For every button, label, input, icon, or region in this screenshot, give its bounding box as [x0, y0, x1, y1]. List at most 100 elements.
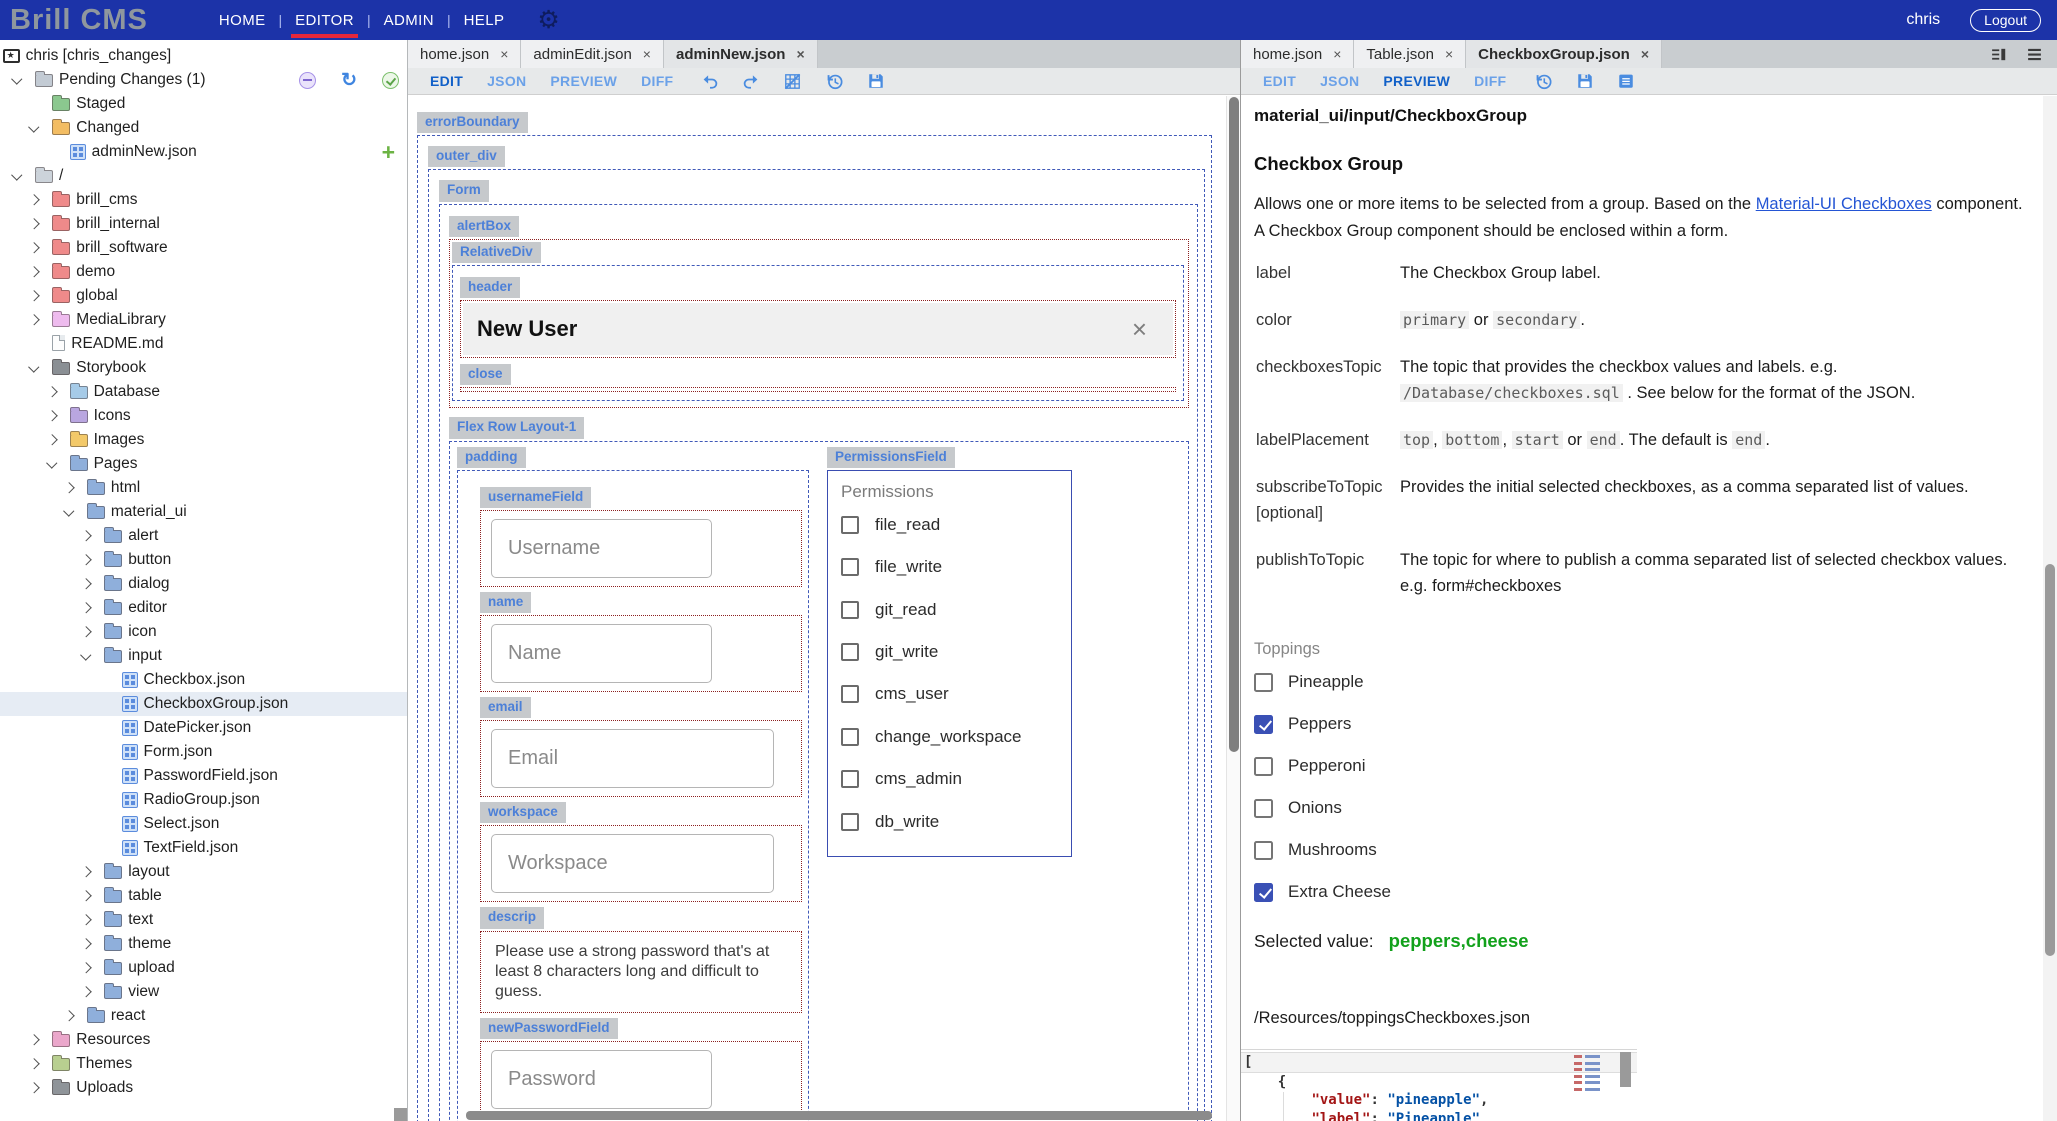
permission-checkbox-row[interactable]: cms_admin [841, 758, 1065, 800]
settings-gear-icon[interactable]: ⚙ [537, 8, 559, 33]
chevron-icon[interactable] [82, 964, 104, 972]
component-chip-field[interactable]: newPasswordField [480, 1018, 618, 1039]
tree-item[interactable]: input ↻ + [0, 644, 407, 668]
code-scrollbar-thumb[interactable] [1620, 1052, 1631, 1087]
tree-item[interactable]: Database ↻ + [0, 380, 407, 404]
chevron-icon[interactable] [82, 654, 104, 659]
chevron-icon[interactable] [82, 532, 104, 540]
tree-item[interactable]: Themes ↻ + [0, 1052, 407, 1076]
tree-item[interactable]: Checkbox.json ↻ + [0, 668, 407, 692]
chevron-icon[interactable] [48, 388, 70, 396]
checkbox-icon[interactable] [841, 728, 859, 746]
chevron-icon[interactable] [30, 268, 52, 276]
tree-item[interactable]: DatePicker.json ↻ + [0, 716, 407, 740]
logout-button[interactable]: Logout [1970, 9, 2041, 32]
chevron-icon[interactable] [48, 412, 70, 420]
tree-item[interactable]: text ↻ + [0, 908, 407, 932]
chevron-icon[interactable] [30, 1036, 52, 1044]
component-chip-close[interactable]: close [460, 364, 511, 385]
tree-item[interactable]: chris [chris_changes] ↻ + [0, 44, 407, 68]
chevron-icon[interactable] [13, 78, 35, 83]
tree-item[interactable]: brill_software ↻ + [0, 236, 407, 260]
mode-preview[interactable]: PREVIEW [1371, 73, 1462, 89]
tree-item[interactable]: demo ↻ + [0, 260, 407, 284]
checkbox-icon[interactable] [1254, 799, 1273, 818]
menu-rows-icon[interactable] [2025, 46, 2044, 63]
redo-icon[interactable] [742, 72, 760, 90]
component-chip-field[interactable]: email [480, 697, 531, 718]
tree-item[interactable]: RadioGroup.json ↻ + [0, 788, 407, 812]
stage-plus-icon[interactable]: + [382, 140, 395, 164]
tree-item[interactable]: upload ↻ + [0, 956, 407, 980]
tree-item[interactable]: layout ↻ + [0, 860, 407, 884]
vertical-scrollbar-thumb[interactable] [2045, 564, 2055, 956]
chevron-icon[interactable] [82, 868, 104, 876]
component-chip-errorboundary[interactable]: errorBoundary [417, 112, 528, 133]
save-icon[interactable] [1576, 72, 1594, 90]
component-chip-field[interactable]: workspace [480, 802, 566, 823]
tree-item[interactable]: Icons ↻ + [0, 404, 407, 428]
component-chip-flexrow[interactable]: Flex Row Layout-1 [449, 417, 584, 438]
checkbox-icon[interactable] [841, 516, 859, 534]
mode-diff[interactable]: DIFF [629, 73, 685, 89]
close-tab-icon[interactable]: × [500, 46, 508, 62]
tree-item[interactable]: Pending Changes (1) ↻ + [0, 68, 407, 92]
tree-item[interactable]: adminNew.json ↻ + [0, 140, 407, 164]
component-chip-form[interactable]: Form [439, 180, 489, 201]
close-tab-icon[interactable]: × [1445, 46, 1453, 62]
chevron-icon[interactable] [30, 1060, 52, 1068]
tree-item[interactable]: MediaLibrary ↻ + [0, 308, 407, 332]
tree-item[interactable]: theme ↻ + [0, 932, 407, 956]
mode-json[interactable]: JSON [475, 73, 538, 89]
chevron-icon[interactable] [65, 1012, 87, 1020]
tree-item[interactable]: PasswordField.json ↻ + [0, 764, 407, 788]
component-chip-outerdiv[interactable]: outer_div [428, 146, 505, 167]
form-field-input[interactable] [491, 1050, 712, 1109]
topping-checkbox-row[interactable]: Extra Cheese [1254, 871, 2027, 913]
close-tab-icon[interactable]: × [1333, 46, 1341, 62]
chevron-icon[interactable] [13, 174, 35, 179]
chevron-icon[interactable] [30, 196, 52, 204]
chevron-icon[interactable] [82, 940, 104, 948]
unstage-minus-icon[interactable] [299, 72, 316, 89]
chevron-icon[interactable] [48, 462, 70, 467]
topping-checkbox-row[interactable]: Mushrooms [1254, 829, 2027, 871]
tree-item[interactable]: CheckboxGroup.json ↻ + [0, 692, 407, 716]
chevron-icon[interactable] [65, 510, 87, 515]
chevron-icon[interactable] [82, 916, 104, 924]
topping-checkbox-row[interactable]: Peppers [1254, 703, 2027, 745]
tree-item[interactable]: Storybook ↻ + [0, 356, 407, 380]
component-chip-field[interactable]: usernameField [480, 487, 591, 508]
component-chip-alertbox[interactable]: alertBox [449, 216, 519, 237]
topping-checkbox-row[interactable]: Pineapple [1254, 661, 2027, 703]
form-field-input[interactable] [491, 834, 774, 893]
hide-grid-icon[interactable] [783, 72, 802, 91]
mode-edit[interactable]: EDIT [1251, 73, 1308, 89]
form-list-icon[interactable] [1617, 72, 1635, 90]
component-chip-header[interactable]: header [460, 277, 520, 298]
nav-help[interactable]: HELP [451, 0, 518, 40]
dialog-close-icon[interactable]: × [1132, 316, 1147, 342]
mode-preview[interactable]: PREVIEW [538, 73, 629, 89]
mode-edit[interactable]: EDIT [418, 73, 475, 89]
vertical-scrollbar-track[interactable] [1226, 96, 1240, 1121]
tree-item[interactable]: Staged ↻ + [0, 92, 407, 116]
permission-checkbox-row[interactable]: file_write [841, 546, 1065, 588]
tree-item[interactable]: README.md ↻ + [0, 332, 407, 356]
json-code-editor[interactable]: [ { "value": "pineapple", "label": "Pine… [1241, 1049, 1637, 1121]
tree-item[interactable]: html ↻ + [0, 476, 407, 500]
vertical-scrollbar-thumb[interactable] [1229, 97, 1239, 752]
component-chip-permissionsfield[interactable]: PermissionsField [827, 447, 955, 468]
close-tab-icon[interactable]: × [643, 46, 651, 62]
chevron-icon[interactable] [65, 484, 87, 492]
form-field-input[interactable] [491, 624, 712, 683]
tab-home-json-right[interactable]: home.json × [1241, 40, 1354, 68]
refresh-icon[interactable]: ↻ [341, 72, 357, 89]
form-field-input[interactable] [491, 519, 712, 578]
tree-item[interactable]: brill_cms ↻ + [0, 188, 407, 212]
checkbox-icon[interactable] [841, 770, 859, 788]
tree-item[interactable]: editor ↻ + [0, 596, 407, 620]
tree-item[interactable]: icon ↻ + [0, 620, 407, 644]
undo-icon[interactable] [701, 72, 719, 90]
tree-item[interactable]: table ↻ + [0, 884, 407, 908]
